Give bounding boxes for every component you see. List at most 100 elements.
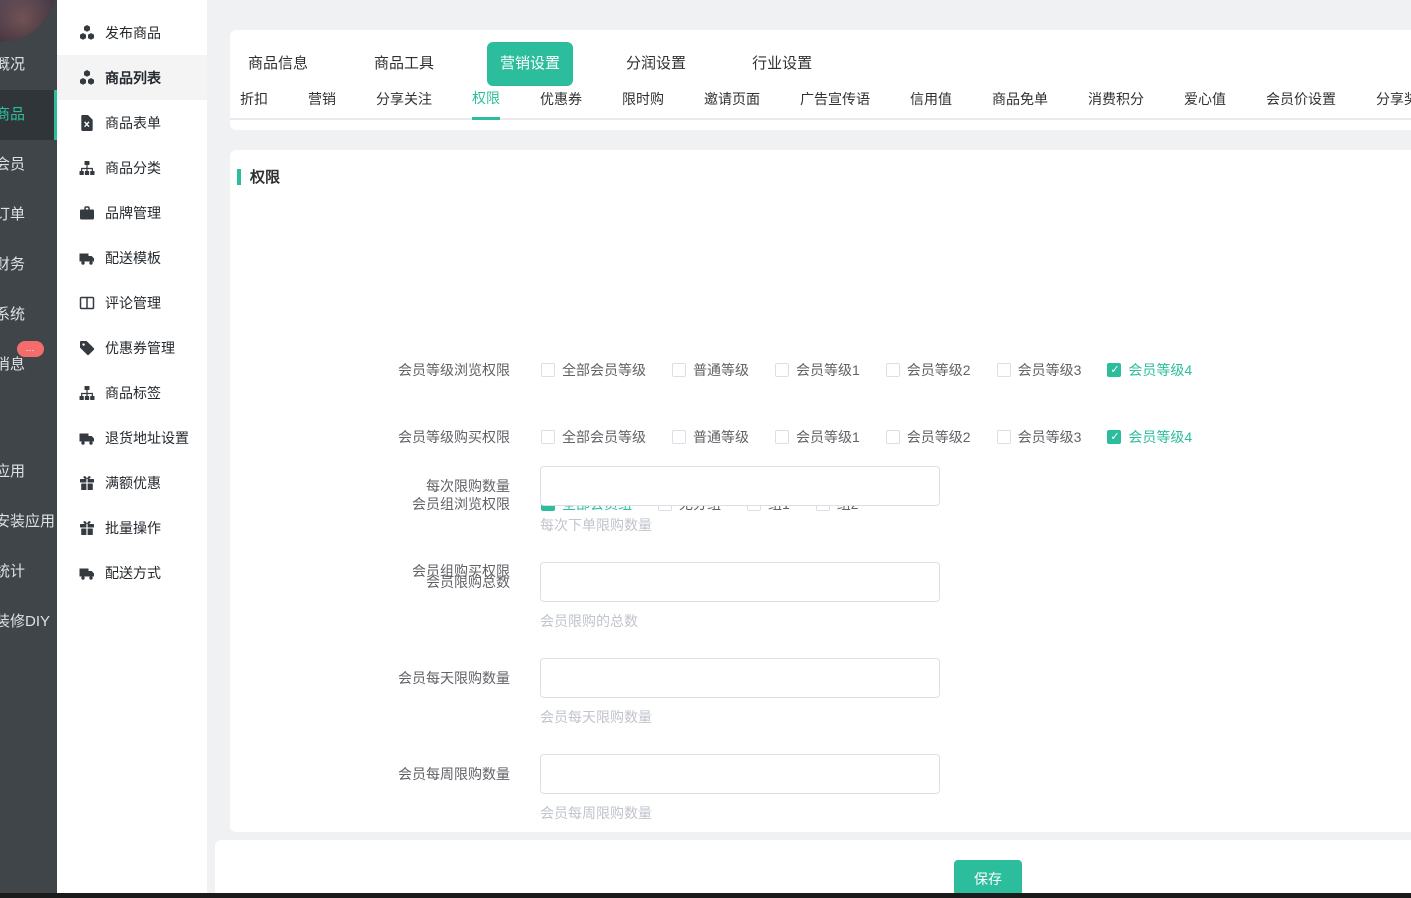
subtab-discount[interactable]: 折扣 xyxy=(240,89,268,118)
submenu-brand-management[interactable]: 品牌管理 xyxy=(57,190,207,235)
columns-icon xyxy=(79,295,95,311)
checkbox-member-level-1[interactable]: 会员等级1 xyxy=(775,427,860,447)
tab-industry-settings[interactable]: 行业设置 xyxy=(739,42,825,86)
checkbox-box[interactable] xyxy=(672,363,686,377)
permissions-panel: 权限 会员等级浏览权限 全部会员等级 普通等级 会员等级1 会员等级2 会员等级… xyxy=(230,150,1411,832)
subtab-marketing[interactable]: 营销 xyxy=(308,89,336,118)
checkbox-member-level-1[interactable]: 会员等级1 xyxy=(775,360,860,380)
subtab-coupon[interactable]: 优惠券 xyxy=(540,89,582,118)
checkbox-all-member-levels[interactable]: 全部会员等级 xyxy=(541,360,646,380)
checkbox-box[interactable] xyxy=(997,363,1011,377)
gift-icon xyxy=(79,475,95,491)
checkbox-group: 全部会员等级 普通等级 会员等级1 会员等级2 会员等级3 会员等级4 xyxy=(541,360,1192,380)
sidebar-item-messages[interactable]: 消息 … xyxy=(0,340,57,390)
subtab-invite-page[interactable]: 邀请页面 xyxy=(704,89,760,118)
checkbox-all-member-levels[interactable]: 全部会员等级 xyxy=(541,427,646,447)
tab-product-info[interactable]: 商品信息 xyxy=(235,42,321,86)
subtab-credit-value[interactable]: 信用值 xyxy=(910,89,952,118)
sidebar-item-orders[interactable]: 订单 xyxy=(0,190,57,240)
checkbox-box[interactable] xyxy=(775,430,789,444)
submenu-batch-operation[interactable]: 批量操作 xyxy=(57,505,207,550)
sidebar-item-overview[interactable]: 概况 xyxy=(0,40,57,90)
submenu-full-discount[interactable]: 满额优惠 xyxy=(57,460,207,505)
checkbox-member-level-4[interactable]: 会员等级4 xyxy=(1107,427,1192,447)
tag-icon xyxy=(79,340,95,356)
per-order-limit-input[interactable] xyxy=(540,466,940,506)
field-hint: 会员每天限购数量 xyxy=(540,707,940,727)
section-title: 权限 xyxy=(250,166,280,187)
sub-tabs: 折扣 营销 分享关注 权限 优惠券 限时购 邀请页面 广告宣传语 信用值 商品免… xyxy=(230,86,1411,120)
submenu-publish-product[interactable]: 发布商品 xyxy=(57,10,207,55)
checkbox-member-level-3[interactable]: 会员等级3 xyxy=(997,360,1082,380)
subtab-permissions[interactable]: 权限 xyxy=(472,88,500,120)
checkbox-box[interactable] xyxy=(672,430,686,444)
checkbox-box[interactable] xyxy=(886,363,900,377)
truck-icon xyxy=(79,430,95,446)
window-bottom-edge xyxy=(0,893,1411,898)
submenu-product-tags[interactable]: 商品标签 xyxy=(57,370,207,415)
subtab-share-reward[interactable]: 分享奖励 xyxy=(1376,89,1411,118)
member-daily-limit-input[interactable] xyxy=(540,658,940,698)
sidebar-item-install-apps[interactable]: 安装应用 xyxy=(0,497,57,547)
sidebar-item-decorate-diy[interactable]: 装修DIY xyxy=(0,597,57,647)
tabs-card: 商品信息 商品工具 营销设置 分润设置 行业设置 折扣 营销 分享关注 权限 优… xyxy=(230,30,1411,130)
checkbox-member-level-3[interactable]: 会员等级3 xyxy=(997,427,1082,447)
sidebar-item-finance[interactable]: 财务 xyxy=(0,240,57,290)
submenu-product-form[interactable]: 商品表单 xyxy=(57,100,207,145)
message-badge: … xyxy=(17,341,44,357)
truck-icon xyxy=(79,565,95,581)
checkbox-member-level-4[interactable]: 会员等级4 xyxy=(1107,360,1192,380)
tab-product-tools[interactable]: 商品工具 xyxy=(361,42,447,86)
submenu-coupon-management[interactable]: 优惠券管理 xyxy=(57,325,207,370)
tab-profit-settings[interactable]: 分润设置 xyxy=(613,42,699,86)
checkbox-box[interactable] xyxy=(997,430,1011,444)
checkbox-group: 全部会员等级 普通等级 会员等级1 会员等级2 会员等级3 会员等级4 xyxy=(541,427,1192,447)
form-label: 会员等级购买权限 xyxy=(230,427,510,447)
sidebar-item-products[interactable]: 商品 xyxy=(0,90,57,140)
subtab-consume-points[interactable]: 消费积分 xyxy=(1088,89,1144,118)
subtab-flash-sale[interactable]: 限时购 xyxy=(622,89,664,118)
field-hint: 会员限购的总数 xyxy=(540,611,940,631)
sidebar-item-members[interactable]: 会员 xyxy=(0,140,57,190)
checkbox-normal-level[interactable]: 普通等级 xyxy=(672,427,749,447)
member-total-limit-input[interactable] xyxy=(540,562,940,602)
sitemap-icon xyxy=(79,385,95,401)
form-label: 会员每天限购数量 xyxy=(230,658,510,727)
checkbox-box[interactable] xyxy=(1107,430,1121,444)
submenu-delivery-method[interactable]: 配送方式 xyxy=(57,550,207,595)
section-accent-bar xyxy=(237,169,241,185)
submenu-product-list[interactable]: 商品列表 xyxy=(57,55,207,100)
subtab-share-follow[interactable]: 分享关注 xyxy=(376,89,432,118)
subtab-love-value[interactable]: 爱心值 xyxy=(1184,89,1226,118)
submenu-delivery-template[interactable]: 配送模板 xyxy=(57,235,207,280)
field-hint: 会员每周限购数量 xyxy=(540,803,940,823)
sidebar-item-system[interactable]: 系统 xyxy=(0,290,57,340)
submenu-review-management[interactable]: 评论管理 xyxy=(57,280,207,325)
truck-icon xyxy=(79,250,95,266)
checkbox-normal-level[interactable]: 普通等级 xyxy=(672,360,749,380)
checkbox-box[interactable] xyxy=(541,363,555,377)
subtab-ad-slogan[interactable]: 广告宣传语 xyxy=(800,89,870,118)
checkbox-box[interactable] xyxy=(775,363,789,377)
field-hint: 每次下单限购数量 xyxy=(540,515,940,535)
form-row-member-daily-limit: 会员每天限购数量 会员每天限购数量 xyxy=(230,658,940,727)
subtab-member-price[interactable]: 会员价设置 xyxy=(1266,89,1336,118)
footer-action-bar: 保存 xyxy=(215,840,1411,898)
sidebar-item-statistics[interactable]: 统计 xyxy=(0,547,57,597)
checkbox-member-level-2[interactable]: 会员等级2 xyxy=(886,427,971,447)
checkbox-member-level-2[interactable]: 会员等级2 xyxy=(886,360,971,380)
form-label: 每次限购数量 xyxy=(230,466,510,535)
checkbox-box[interactable] xyxy=(1107,363,1121,377)
form-label: 会员限购总数 xyxy=(230,562,510,631)
subtab-free-order[interactable]: 商品免单 xyxy=(992,89,1048,118)
checkbox-box[interactable] xyxy=(886,430,900,444)
form-row-member-level-view: 会员等级浏览权限 全部会员等级 普通等级 会员等级1 会员等级2 会员等级3 会… xyxy=(230,355,1192,385)
form-row-member-level-buy: 会员等级购买权限 全部会员等级 普通等级 会员等级1 会员等级2 会员等级3 会… xyxy=(230,422,1192,452)
checkbox-box[interactable] xyxy=(541,430,555,444)
submenu-return-address[interactable]: 退货地址设置 xyxy=(57,415,207,460)
submenu-product-category[interactable]: 商品分类 xyxy=(57,145,207,190)
sidebar-item-apps[interactable]: 应用 xyxy=(0,447,57,497)
tab-marketing-settings[interactable]: 营销设置 xyxy=(487,42,573,86)
member-weekly-limit-input[interactable] xyxy=(540,754,940,794)
form-row-member-weekly-limit: 会员每周限购数量 会员每周限购数量 xyxy=(230,754,940,823)
